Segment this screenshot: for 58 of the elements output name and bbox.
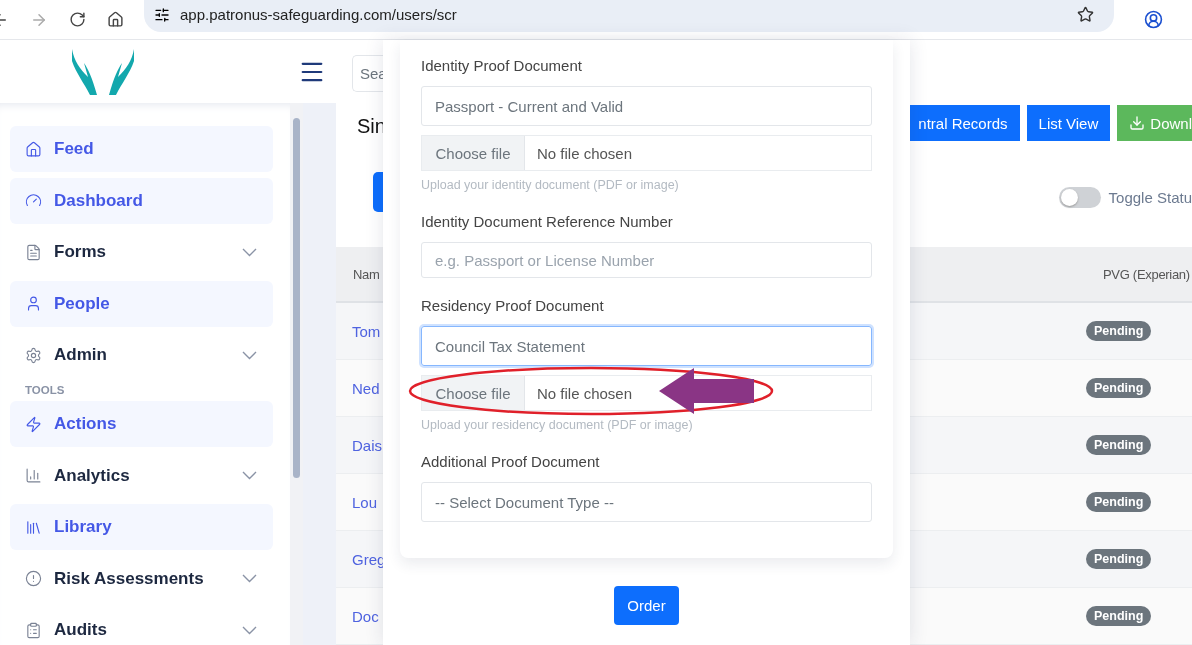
section-heading: TOOLS xyxy=(24,383,66,396)
input-field[interactable]: e.g. Passport or License Number xyxy=(421,242,872,278)
person-icon xyxy=(25,295,42,312)
settings-icon xyxy=(25,346,42,364)
sidebar-item[interactable]: Dashboard xyxy=(10,177,273,224)
status-badge: Pending xyxy=(1086,378,1152,398)
document-icon xyxy=(25,243,42,261)
column-header: PVG (Experian) xyxy=(1086,247,1192,303)
sidebar-item[interactable]: People xyxy=(10,280,273,327)
gauge-icon xyxy=(25,192,42,209)
books-icon xyxy=(25,518,42,536)
bar-chart-icon xyxy=(25,467,42,484)
home-icon xyxy=(25,140,42,158)
sidebar-item[interactable]: Library xyxy=(10,504,273,550)
chevron-down-icon xyxy=(242,574,257,583)
chevron-down-icon xyxy=(242,471,257,480)
choose-file-button[interactable]: Choose file xyxy=(422,136,525,170)
profile-icon[interactable] xyxy=(1143,10,1163,29)
home-icon[interactable] xyxy=(106,11,124,28)
status-badge: Pending xyxy=(1086,606,1152,626)
select-field[interactable]: Council Tax Statement xyxy=(421,326,872,366)
sidebar-item[interactable]: Forms xyxy=(10,229,273,275)
field-label: Identity Proof Document xyxy=(421,56,583,76)
download-icon xyxy=(1129,115,1146,131)
select-field[interactable]: -- Select Document Type -- xyxy=(421,482,872,522)
file-status: No file chosen xyxy=(536,383,633,404)
chevron-down-icon xyxy=(242,625,257,635)
select-field[interactable]: Passport - Current and Valid xyxy=(421,86,872,126)
chevron-down-icon xyxy=(242,247,257,257)
lightning-icon xyxy=(25,415,42,433)
sidebar-item[interactable]: Audits xyxy=(10,607,273,645)
chevron-down-icon xyxy=(242,350,257,360)
status-badge: Pending xyxy=(1086,492,1152,512)
status-badge: Pending xyxy=(1086,435,1152,455)
file-field[interactable]: Choose file No file chosen xyxy=(421,135,872,171)
list-icon xyxy=(25,621,42,639)
choose-file-button[interactable]: Choose file xyxy=(422,376,525,410)
sidebar-item[interactable]: Feed xyxy=(10,126,273,172)
status-badge: Pending xyxy=(1086,321,1152,341)
field-label: Additional Proof Document xyxy=(421,452,601,472)
bookmark-star-icon[interactable] xyxy=(1077,6,1094,23)
site-info-icon[interactable] xyxy=(154,6,170,23)
sidebar-item[interactable]: Risk Assessments xyxy=(10,555,273,602)
reload-icon[interactable] xyxy=(68,11,86,28)
toggle-label: Toggle Statu xyxy=(1108,189,1192,206)
field-label: Identity Document Reference Number xyxy=(421,212,674,232)
sidebar-item[interactable]: Admin xyxy=(10,332,273,378)
alert-icon xyxy=(25,570,42,587)
status-badge: Pending xyxy=(1086,549,1152,569)
sidebar-item[interactable]: Actions xyxy=(10,401,273,447)
file-status: No file chosen xyxy=(536,143,633,164)
sidebar-item[interactable]: Analytics xyxy=(10,452,273,499)
order-button[interactable]: Order xyxy=(614,586,679,625)
scrollbar-thumb[interactable] xyxy=(293,118,300,478)
view-button[interactable]: List View xyxy=(1026,105,1111,141)
help-text: Upload your identity document (PDF or image) xyxy=(421,177,680,193)
toggle-switch[interactable] xyxy=(1058,187,1101,208)
help-text: Upload your residency document (PDF or image) xyxy=(421,417,694,433)
